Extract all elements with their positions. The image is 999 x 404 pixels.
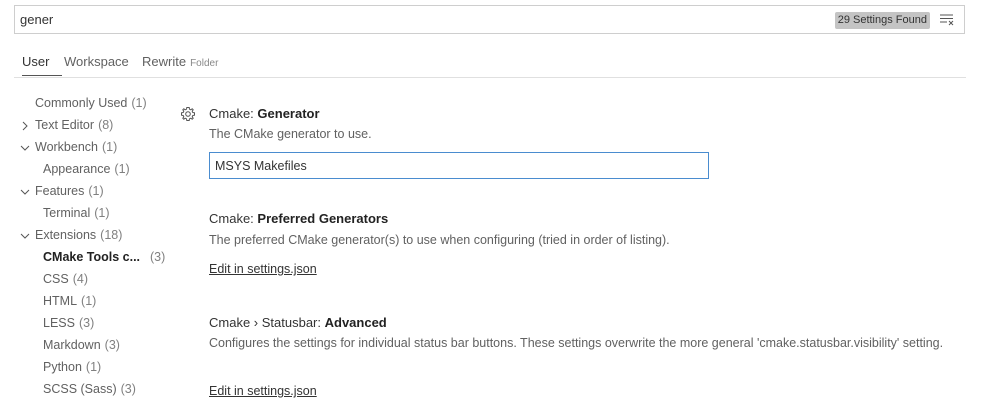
toc-count: (4) xyxy=(72,272,88,286)
toc-count: (1) xyxy=(131,96,147,110)
toc-label: Workbench xyxy=(35,140,98,154)
active-tab-indicator xyxy=(22,75,62,76)
toc-item-terminal[interactable]: Terminal (1) xyxy=(43,206,110,220)
setting-name: Generator xyxy=(257,106,320,121)
toc-item-extensions[interactable]: Extensions (18) xyxy=(35,228,122,242)
tab-user[interactable]: User xyxy=(22,54,49,69)
chevron-down-icon[interactable] xyxy=(20,231,30,241)
edit-in-settings-json-link[interactable]: Edit in settings.json xyxy=(209,262,317,276)
setting-title-statusbar-advanced: Cmake › Statusbar: Advanced xyxy=(209,315,387,330)
toc-label: Markdown xyxy=(43,338,101,352)
toc-count: (1) xyxy=(81,294,97,308)
toc-count: (8) xyxy=(98,118,114,132)
toc-item-python[interactable]: Python (1) xyxy=(43,360,101,374)
toc-count: (1) xyxy=(94,206,110,220)
toc-item-scss[interactable]: SCSS (Sass) (3) xyxy=(43,382,136,396)
toc-label: Commonly Used xyxy=(35,96,128,110)
toc-label: Text Editor xyxy=(35,118,95,132)
toc-label: Appearance xyxy=(43,162,111,176)
toc-item-appearance[interactable]: Appearance (1) xyxy=(43,162,130,176)
setting-title-generator: Cmake: Generator xyxy=(209,106,320,121)
toc-count: (1) xyxy=(114,162,130,176)
toc-item-features[interactable]: Features (1) xyxy=(35,184,104,198)
toc-label: Extensions xyxy=(35,228,97,242)
settings-search-bar: 29 Settings Found xyxy=(14,5,965,34)
toc-count: (3) xyxy=(150,250,166,264)
toc-count: (3) xyxy=(104,338,120,352)
toc-count: (18) xyxy=(100,228,123,242)
clear-filter-icon[interactable] xyxy=(939,13,955,27)
edit-in-settings-json-link[interactable]: Edit in settings.json xyxy=(209,384,317,398)
setting-description: The CMake generator to use. xyxy=(209,127,372,141)
toc-label: LESS xyxy=(43,316,75,330)
setting-prefix: Cmake: xyxy=(209,106,258,121)
toc-count: (1) xyxy=(88,184,104,198)
setting-description: The preferred CMake generator(s) to use … xyxy=(209,233,670,247)
toc-label: HTML xyxy=(43,294,78,308)
toc-item-markdown[interactable]: Markdown (3) xyxy=(43,338,120,352)
toc-count: (3) xyxy=(120,382,136,396)
toc-item-html[interactable]: HTML (1) xyxy=(43,294,96,308)
setting-description: Configures the settings for individual s… xyxy=(209,336,944,350)
tab-folder-rewrite[interactable]: Rewrite Folder xyxy=(142,54,218,69)
setting-prefix: Cmake: xyxy=(209,211,258,226)
chevron-down-icon[interactable] xyxy=(20,187,30,197)
tab-workspace[interactable]: Workspace xyxy=(64,54,129,69)
toc-label: SCSS (Sass) xyxy=(43,382,117,396)
setting-prefix: Cmake › Statusbar: xyxy=(209,315,325,330)
tab-folder-sublabel: Folder xyxy=(190,58,219,69)
setting-title-preferred-generators: Cmake: Preferred Generators xyxy=(209,211,388,226)
toc-label: Terminal xyxy=(43,206,91,220)
toc-item-less[interactable]: LESS (3) xyxy=(43,316,94,330)
toc-label: CSS xyxy=(43,272,69,286)
toc-count: (3) xyxy=(78,316,95,330)
settings-scope-tabs: User Workspace Rewrite Folder xyxy=(14,50,966,78)
chevron-right-icon[interactable] xyxy=(20,121,30,131)
toc-label: Python xyxy=(43,360,82,374)
toc-count: (1) xyxy=(85,360,102,374)
setting-name: Preferred Generators xyxy=(257,211,389,226)
settings-search-input[interactable] xyxy=(15,6,815,33)
setting-name: Advanced xyxy=(324,315,387,330)
toc-count: (1) xyxy=(102,140,118,154)
toc-item-commonly-used[interactable]: Commonly Used (1) xyxy=(35,96,147,110)
toc-item-text-editor[interactable]: Text Editor (8) xyxy=(35,118,113,132)
toc-label: CMake Tools c... xyxy=(43,250,141,264)
toc-item-cmake-tools[interactable]: CMake Tools c... (3) xyxy=(43,250,165,264)
toc-label: Features xyxy=(35,184,85,198)
generator-value-input[interactable] xyxy=(209,152,709,179)
toc-item-workbench[interactable]: Workbench (1) xyxy=(35,140,117,154)
tab-folder-label: Rewrite xyxy=(142,54,187,69)
toc-item-css[interactable]: CSS (4) xyxy=(43,272,88,286)
chevron-down-icon[interactable] xyxy=(20,143,30,153)
results-count-badge: 29 Settings Found xyxy=(834,12,930,29)
gear-icon[interactable] xyxy=(180,106,196,122)
